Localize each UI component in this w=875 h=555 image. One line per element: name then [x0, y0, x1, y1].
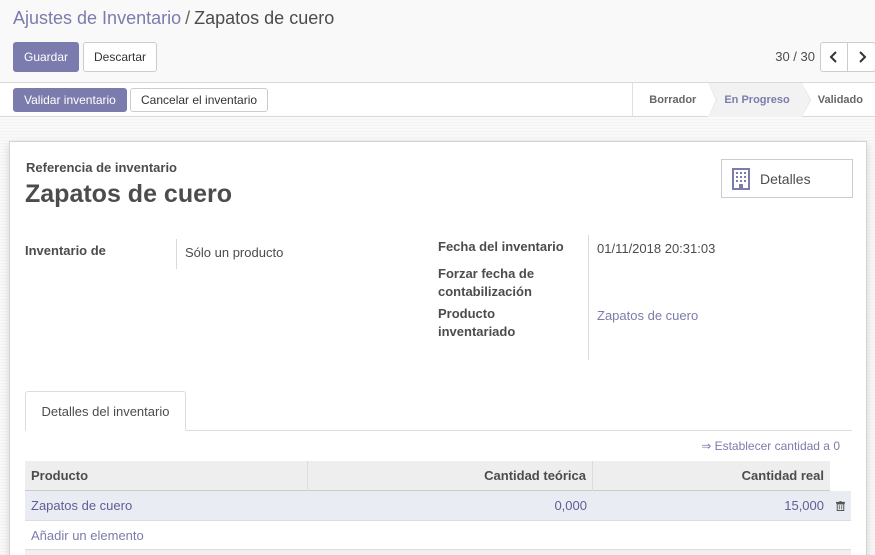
inventory-of-label: Inventario de [25, 243, 106, 258]
inventory-date-field[interactable]: 01/11/2018 20:31:03 [597, 240, 715, 258]
stage-validated-label: Validado [817, 94, 863, 106]
stage-in-progress-label: En Progreso [724, 94, 790, 106]
delete-row-button[interactable] [830, 491, 851, 520]
cancel-inventory-button[interactable]: Cancelar el inventario [130, 88, 269, 112]
table-header: Producto Cantidad teórica Cantidad real [25, 461, 851, 491]
product-label-line2: inventariado [438, 324, 516, 339]
column-header-product[interactable]: Producto [25, 461, 308, 491]
chevron-right-icon [858, 51, 866, 63]
product-label-line1: Producto [438, 306, 496, 321]
control-panel: Ajustes de Inventario / Zapatos de cuero G… [0, 0, 875, 83]
validate-inventory-button[interactable]: Validar inventario [13, 88, 127, 112]
trash-icon [836, 500, 845, 511]
add-line-row: Añadir un elemento [25, 521, 851, 550]
row-theoretical-qty: 0,000 [554, 498, 587, 513]
table-row[interactable]: Zapatos de cuero 0,000 15,000 [25, 491, 851, 521]
pager-value[interactable]: 30 / 30 [775, 49, 815, 64]
status-stages: Borrador En Progreso Validado [632, 83, 875, 117]
stage-draft[interactable]: Borrador [633, 83, 718, 117]
pager-previous-button[interactable] [820, 42, 848, 72]
discard-button[interactable]: Descartar [83, 42, 157, 72]
inventoried-product-link[interactable]: Zapatos de cuero [597, 307, 698, 325]
inventory-of-field[interactable]: Sólo un producto [185, 244, 283, 262]
stage-validated[interactable]: Validado [802, 83, 875, 117]
stage-draft-label: Borrador [649, 94, 697, 106]
row-product-link[interactable]: Zapatos de cuero [31, 498, 132, 513]
page-title[interactable]: Zapatos de cuero [25, 180, 232, 209]
force-date-label-line1: Forzar fecha de [438, 266, 535, 281]
field-divider [588, 235, 589, 360]
breadcrumb-separator: / [185, 8, 191, 28]
tab-inventory-details[interactable]: Detalles del inventario [25, 391, 186, 431]
column-header-theoretical-qty[interactable]: Cantidad teórica [308, 461, 593, 491]
building-icon [732, 167, 750, 190]
inventory-lines-table: Producto Cantidad teórica Cantidad real … [25, 461, 851, 555]
empty-row [25, 550, 851, 555]
add-line-link[interactable]: Añadir un elemento [31, 528, 144, 543]
details-button-label: Detalles [760, 170, 811, 187]
details-button[interactable]: Detalles [721, 159, 853, 198]
column-header-real-qty[interactable]: Cantidad real [593, 461, 830, 491]
stage-in-progress[interactable]: En Progreso [708, 83, 811, 117]
field-divider [176, 239, 177, 269]
save-button[interactable]: Guardar [13, 42, 79, 72]
breadcrumb-current: Zapatos de cuero [194, 8, 335, 28]
set-quantity-zero-link[interactable]: ⇒ Establecer cantidad a 0 [701, 439, 840, 453]
form-sheet: Referencia de inventario Zapatos de cuer… [9, 141, 867, 555]
inventory-date-label: Fecha del inventario [438, 239, 564, 254]
breadcrumb: Ajustes de Inventario / Zapatos de cuero [13, 8, 334, 29]
row-real-qty[interactable]: 15,000 [784, 498, 824, 513]
force-date-label-line2: contabilización [438, 284, 532, 299]
statusbar: Validar inventario Cancelar el inventari… [0, 83, 875, 117]
reference-label: Referencia de inventario [26, 160, 177, 175]
pager-next-button[interactable] [848, 42, 875, 72]
chevron-left-icon [829, 51, 837, 63]
breadcrumb-parent-link[interactable]: Ajustes de Inventario [13, 8, 181, 28]
